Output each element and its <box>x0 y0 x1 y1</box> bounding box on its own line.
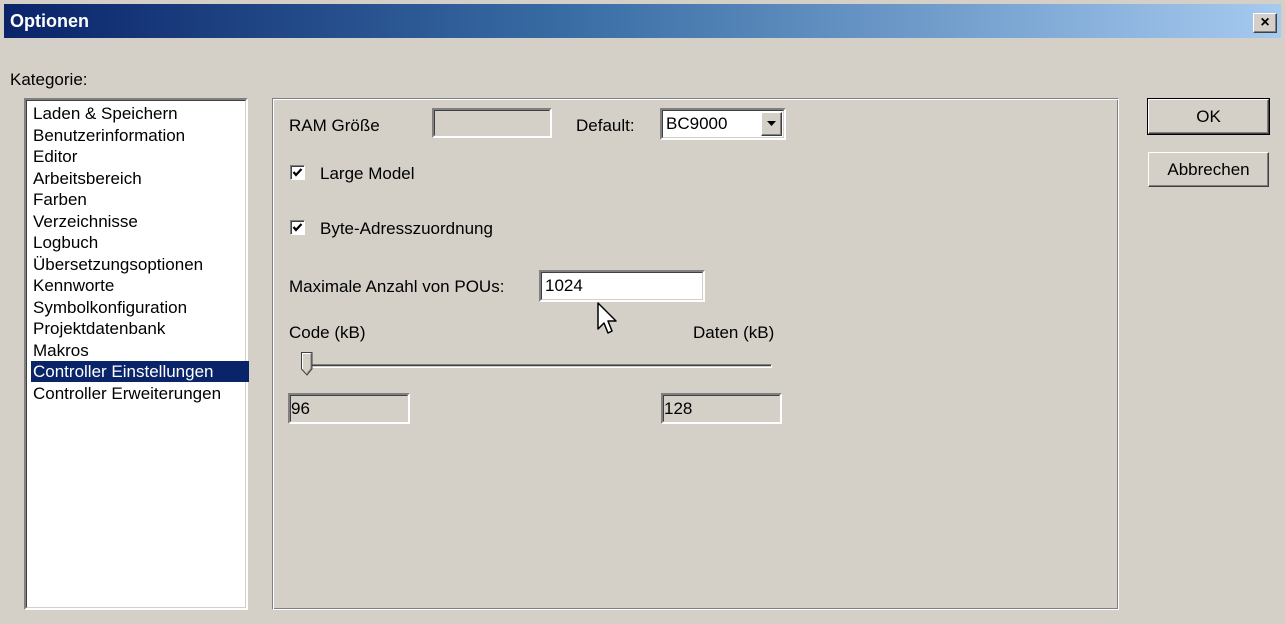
category-label: Kategorie: <box>10 70 88 89</box>
category-item[interactable]: Arbeitsbereich <box>31 168 249 189</box>
code-value: 96 <box>291 398 310 418</box>
daten-value-field: 128 <box>661 393 782 424</box>
category-item[interactable]: Farben <box>31 189 249 210</box>
category-item[interactable]: Übersetzungsoptionen <box>31 254 249 275</box>
category-item[interactable]: Controller Einstellungen <box>31 361 249 382</box>
daten-value: 128 <box>664 398 693 418</box>
category-item[interactable]: Verzeichnisse <box>31 211 249 232</box>
max-pous-input[interactable]: 1024 <box>539 270 705 302</box>
category-item[interactable]: Controller Erweiterungen <box>31 383 249 404</box>
title-bar[interactable]: Optionen × <box>4 4 1281 38</box>
category-item[interactable]: Laden & Speichern <box>31 103 249 124</box>
ok-button[interactable]: OK <box>1147 98 1270 135</box>
category-list[interactable]: Laden & Speichern Benutzerinformation Edit… <box>24 98 249 610</box>
window-title: Optionen <box>10 11 89 31</box>
ram-size-field <box>432 108 552 138</box>
category-item[interactable]: Makros <box>31 340 249 361</box>
large-model-checkbox[interactable] <box>290 165 305 180</box>
code-label: Code (kB) <box>289 323 366 342</box>
memory-slider-thumb[interactable] <box>301 352 313 376</box>
default-dropdown-button[interactable] <box>761 112 782 136</box>
code-value-field: 96 <box>288 393 410 424</box>
default-label: Default: <box>576 116 635 135</box>
memory-slider-track[interactable] <box>301 364 772 368</box>
close-icon: × <box>1260 14 1270 31</box>
default-value: BC9000 <box>666 114 728 133</box>
category-item[interactable]: Kennworte <box>31 275 249 296</box>
options-dialog: Optionen × Kategorie: Laden & Speichern B… <box>0 0 1285 624</box>
byte-address-label[interactable]: Byte-Adresszuordnung <box>320 219 493 239</box>
category-item[interactable]: Editor <box>31 146 249 167</box>
max-pous-value: 1024 <box>545 276 583 295</box>
close-button[interactable]: × <box>1253 13 1277 33</box>
daten-label: Daten (kB) <box>693 323 775 342</box>
checkmark-icon <box>292 168 303 177</box>
chevron-down-icon <box>767 121 776 126</box>
category-item[interactable]: Symbolkonfiguration <box>31 297 249 318</box>
ram-size-label: RAM Größe <box>289 116 380 135</box>
large-model-label[interactable]: Large Model <box>320 164 415 184</box>
category-item[interactable]: Logbuch <box>31 232 249 253</box>
category-item[interactable]: Benutzerinformation <box>31 125 249 146</box>
category-item[interactable]: Projektdatenbank <box>31 318 249 339</box>
checkmark-icon <box>292 223 303 232</box>
byte-address-checkbox[interactable] <box>290 220 305 235</box>
max-pous-label: Maximale Anzahl von POUs: <box>289 277 505 296</box>
mouse-cursor-icon <box>597 302 617 334</box>
default-combobox[interactable]: BC9000 <box>660 108 786 140</box>
cancel-button[interactable]: Abbrechen <box>1148 152 1269 187</box>
